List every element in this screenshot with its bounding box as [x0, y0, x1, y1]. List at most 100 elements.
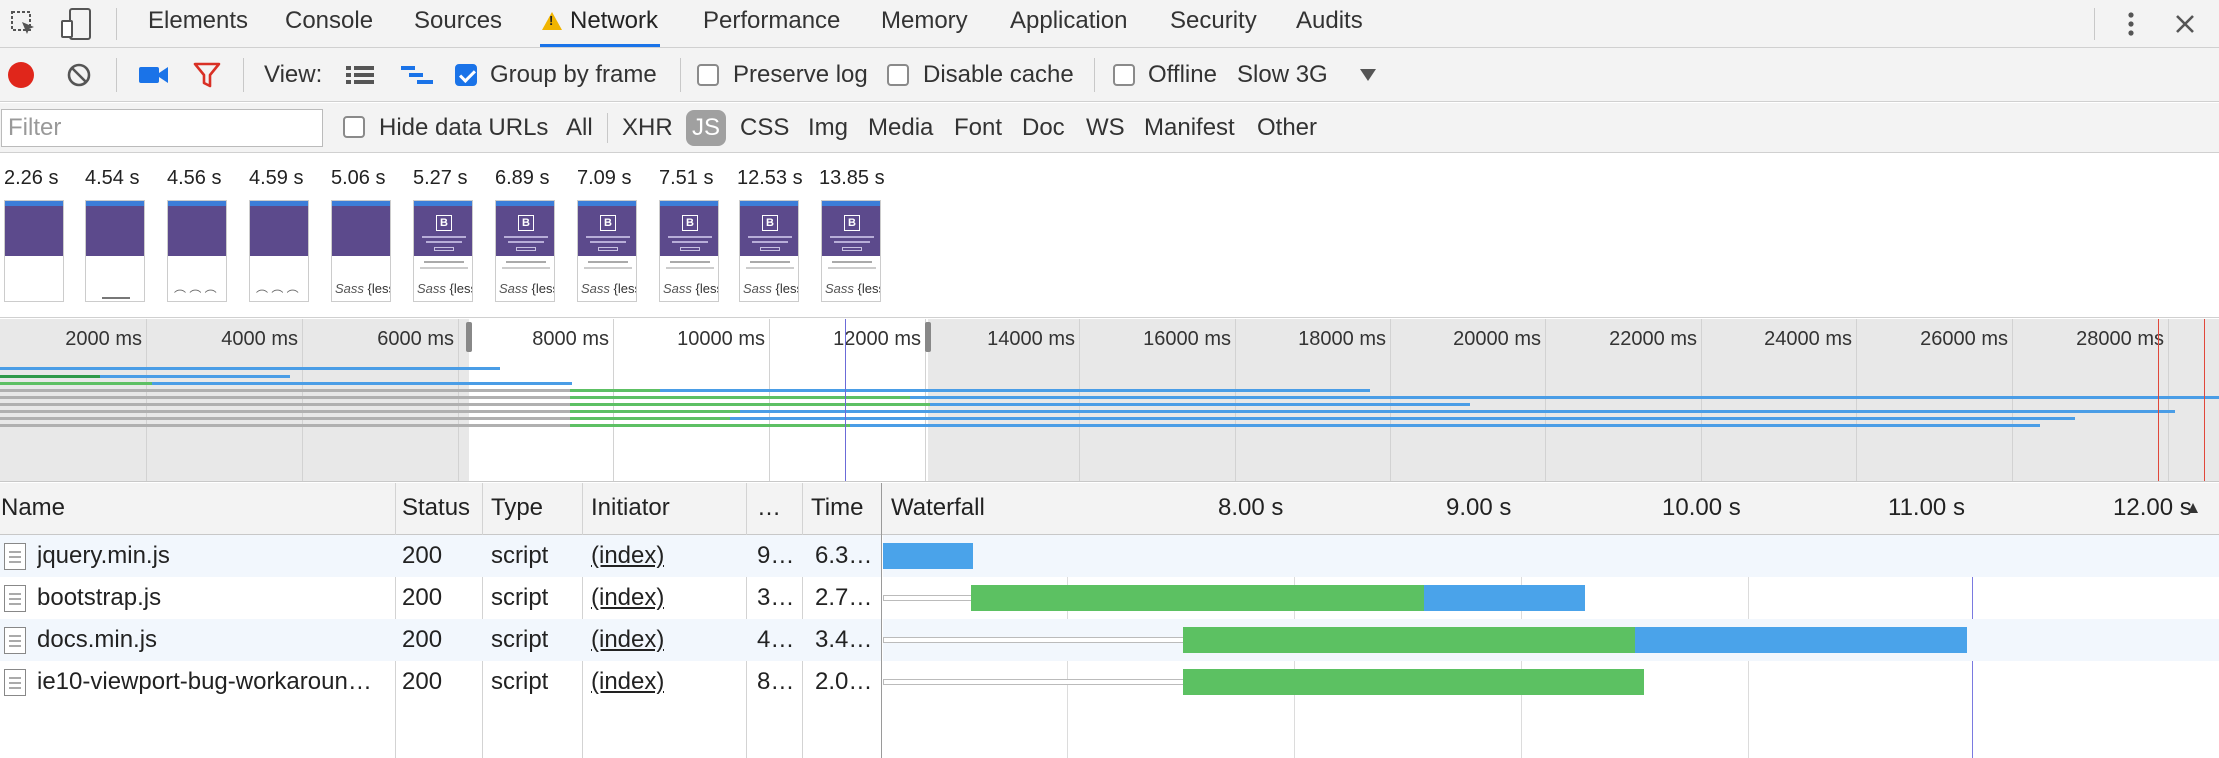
- request-initiator-link[interactable]: (index): [591, 661, 664, 703]
- overview-left-handle[interactable]: [466, 322, 472, 352]
- less-logo: {less}: [367, 281, 390, 296]
- disable-cache-checkbox[interactable]: [887, 64, 909, 86]
- column-header-waterfall[interactable]: Waterfall: [891, 483, 985, 533]
- overview-gridline: [769, 319, 770, 481]
- filmstrip-frame[interactable]: 4.59 s ⌒ ⌒ ⌒: [249, 154, 313, 302]
- type-filter-ws[interactable]: WS: [1086, 103, 1125, 153]
- filmstrip-frame[interactable]: 5.06 s Sass {less}: [331, 154, 395, 302]
- column-header-time[interactable]: Time: [811, 483, 863, 533]
- tab-console[interactable]: Console: [285, 0, 373, 47]
- overview-gridline: [458, 319, 459, 481]
- type-filter-xhr[interactable]: XHR: [622, 103, 673, 153]
- tab-elements[interactable]: Elements: [148, 0, 248, 47]
- inspect-element-icon[interactable]: [10, 10, 38, 38]
- record-icon[interactable]: [8, 62, 34, 88]
- filmstrip-frame[interactable]: 4.56 s ⌒ ⌒ ⌒: [167, 154, 231, 302]
- preserve-log-checkbox[interactable]: [697, 64, 719, 86]
- overview-request-bar: [100, 375, 290, 378]
- filmstrip-frame[interactable]: 7.51 s BSass {less}: [659, 154, 723, 302]
- waterfall-bar-waiting: [1183, 669, 1644, 695]
- filter-icon[interactable]: [193, 62, 221, 88]
- hide-data-urls-checkbox[interactable]: [343, 116, 365, 138]
- request-initiator-link[interactable]: (index): [591, 535, 664, 577]
- column-divider[interactable]: [881, 483, 882, 758]
- overview-gridline: [613, 319, 614, 481]
- tab-audits[interactable]: Audits: [1296, 0, 1363, 47]
- type-filter-media[interactable]: Media: [868, 103, 933, 153]
- waterfall-row[interactable]: [883, 619, 2219, 661]
- type-filter-other[interactable]: Other: [1257, 103, 1317, 153]
- filter-input[interactable]: [1, 109, 323, 147]
- tab-performance[interactable]: Performance: [703, 0, 840, 47]
- type-filter-img[interactable]: Img: [808, 103, 848, 153]
- show-overview-icon[interactable]: [401, 64, 433, 86]
- type-filter-css[interactable]: CSS: [740, 103, 789, 153]
- waterfall-bar-download: [1635, 627, 1967, 653]
- preserve-log-label: Preserve log: [733, 61, 868, 88]
- tab-application[interactable]: Application: [1010, 0, 1127, 47]
- script-file-icon: [4, 669, 26, 696]
- column-header-type[interactable]: Type: [491, 483, 543, 533]
- type-filter-doc[interactable]: Doc: [1022, 103, 1065, 153]
- overview-request-bar: [730, 417, 2075, 420]
- waterfall-tick: 12.00 s: [2113, 494, 2192, 521]
- group-by-frame-checkbox[interactable]: [455, 64, 477, 86]
- request-initiator-link[interactable]: (index): [591, 577, 664, 619]
- frame-thumbnail: BSass {less}: [413, 200, 473, 302]
- table-row[interactable]: jquery.min.js 200 script (index) 9… 6.3…: [0, 535, 881, 577]
- column-header-size[interactable]: …: [757, 483, 781, 533]
- request-initiator-link[interactable]: (index): [591, 619, 664, 661]
- type-filter-font[interactable]: Font: [954, 103, 1002, 153]
- tab-memory[interactable]: Memory: [881, 0, 968, 47]
- request-status: 200: [402, 542, 443, 569]
- type-filter-manifest[interactable]: Manifest: [1144, 103, 1235, 153]
- overview-gridline: [2012, 319, 2013, 481]
- large-request-rows-icon[interactable]: [346, 64, 374, 86]
- column-header-status[interactable]: Status: [402, 483, 470, 533]
- table-row[interactable]: ie10-viewport-bug-workaroun… 200 script …: [0, 661, 881, 703]
- offline-checkbox[interactable]: [1113, 64, 1135, 86]
- network-overview[interactable]: 2000 ms 4000 ms 6000 ms 8000 ms 10000 ms…: [0, 319, 2219, 482]
- tab-network[interactable]: Network: [540, 0, 661, 47]
- request-status: 200: [402, 668, 443, 695]
- close-icon[interactable]: [2173, 12, 2197, 36]
- capture-screenshots-icon[interactable]: [139, 64, 169, 86]
- table-row[interactable]: bootstrap.js 200 script (index) 3… 2.7…: [0, 577, 881, 619]
- filmstrip-frame[interactable]: 4.54 s: [85, 154, 149, 302]
- type-filter-js[interactable]: JS: [686, 110, 727, 146]
- column-header-initiator[interactable]: Initiator: [591, 483, 670, 533]
- filmstrip-frame[interactable]: 2.26 s: [4, 154, 68, 302]
- column-header-name[interactable]: Name: [1, 483, 65, 533]
- clear-icon[interactable]: [66, 62, 92, 88]
- throttling-select[interactable]: Slow 3G: [1237, 48, 1328, 102]
- table-row[interactable]: docs.min.js 200 script (index) 4… 3.4…: [0, 619, 881, 661]
- type-filter-all[interactable]: All: [566, 103, 593, 153]
- script-file-icon: [4, 585, 26, 612]
- sort-ascending-icon[interactable]: [2187, 501, 2199, 513]
- overview-load-line: [2158, 319, 2159, 481]
- overview-gridline: [1235, 319, 1236, 481]
- tab-security[interactable]: Security: [1170, 0, 1257, 47]
- waterfall-row[interactable]: [883, 661, 2219, 703]
- filmstrip-frame[interactable]: 13.85 s BSass {less}: [819, 154, 885, 302]
- overview-gridline: [1079, 319, 1080, 481]
- filmstrip-frame[interactable]: 7.09 s BSass {less}: [577, 154, 641, 302]
- sass-logo: Sass: [743, 281, 772, 296]
- filmstrip-frame[interactable]: 6.89 s BSass {less}: [495, 154, 559, 302]
- chevron-down-icon[interactable]: [1359, 68, 1377, 82]
- frame-thumbnail: [4, 200, 64, 302]
- sass-logo: Sass: [825, 281, 854, 296]
- toolbar-separator: [243, 58, 244, 92]
- overview-tick: 2000 ms: [65, 328, 142, 350]
- filmstrip-frame[interactable]: 5.27 s BSass {less}: [413, 154, 477, 302]
- tab-sources[interactable]: Sources: [414, 0, 502, 47]
- overview-right-handle[interactable]: [925, 322, 931, 352]
- waterfall-row[interactable]: [883, 535, 2219, 577]
- more-options-icon[interactable]: [2125, 8, 2137, 40]
- overview-gridline: [1390, 319, 1391, 481]
- disable-cache-label: Disable cache: [923, 61, 1074, 88]
- filmstrip-frame[interactable]: 12.53 s BSass {less}: [737, 154, 803, 302]
- filter-bar: Hide data URLs All XHR JS CSS Img Media …: [0, 103, 2219, 153]
- waterfall-row[interactable]: [883, 577, 2219, 619]
- device-toolbar-icon[interactable]: [60, 7, 94, 41]
